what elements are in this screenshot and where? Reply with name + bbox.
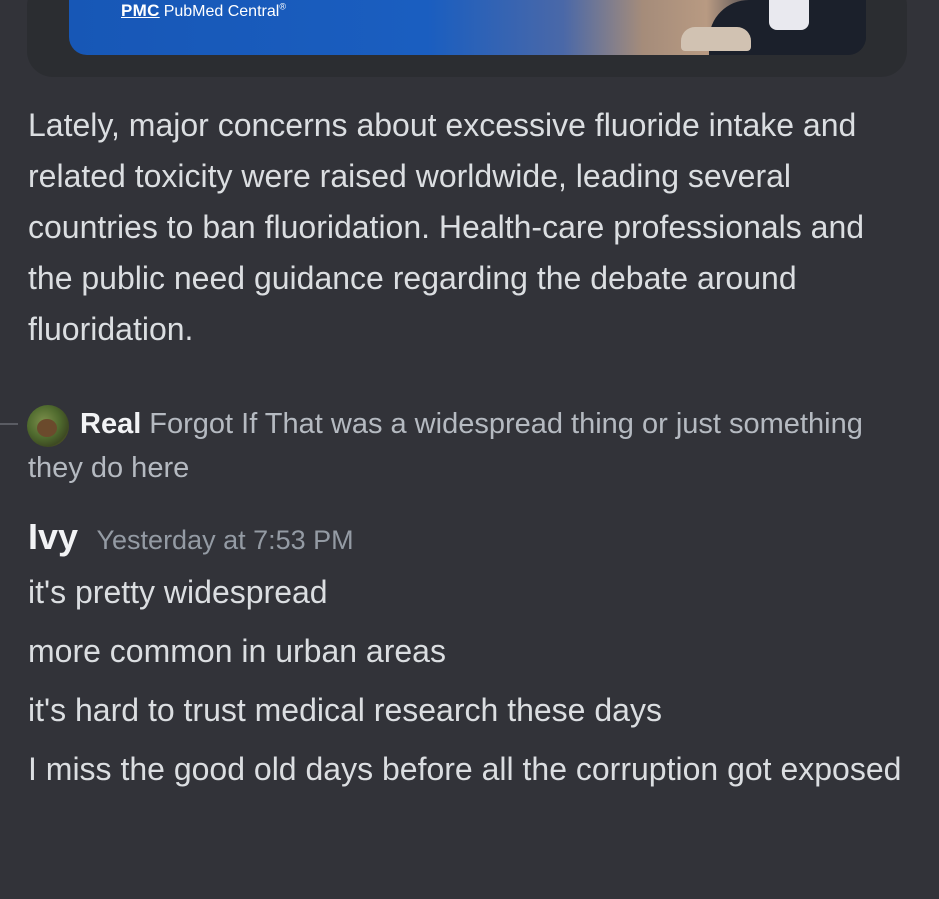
- registered-mark: ®: [279, 1, 286, 12]
- embed-description: Lately, major concerns about excessive f…: [28, 107, 865, 347]
- reply-avatar[interactable]: [27, 405, 69, 447]
- reply-preview-text: Forgot If That was a widespread thing or…: [28, 408, 863, 484]
- message-line: more common in urban areas: [28, 633, 446, 669]
- message-author-name[interactable]: Ivy: [28, 516, 78, 557]
- pmc-logo-name: PubMed Central: [163, 3, 280, 20]
- reply-connector-line: [0, 423, 18, 425]
- message-timestamp: Yesterday at 7:53 PM: [96, 525, 354, 555]
- reply-reference[interactable]: Real Forgot If That was a widespread thin…: [28, 402, 908, 490]
- link-embed-card[interactable]: PMC PubMed Central®: [27, 0, 907, 77]
- embed-thumbnail-image[interactable]: PMC PubMed Central®: [69, 0, 866, 55]
- message-line: it's pretty widespread: [28, 574, 328, 610]
- embed-photo-shirt: [769, 0, 809, 30]
- pmc-logo-mark: PMC: [121, 1, 160, 20]
- chat-view: PMC PubMed Central® Lately, major concern…: [0, 0, 939, 899]
- message-line: it's hard to trust medical research thes…: [28, 692, 662, 728]
- pmc-logo: PMC PubMed Central®: [121, 1, 286, 21]
- reply-author-name[interactable]: Real: [80, 408, 141, 440]
- message-line: I miss the good old days before all the …: [28, 751, 902, 787]
- embed-photo-hand: [681, 27, 751, 51]
- message-header: Ivy Yesterday at 7:53 PM: [28, 516, 354, 558]
